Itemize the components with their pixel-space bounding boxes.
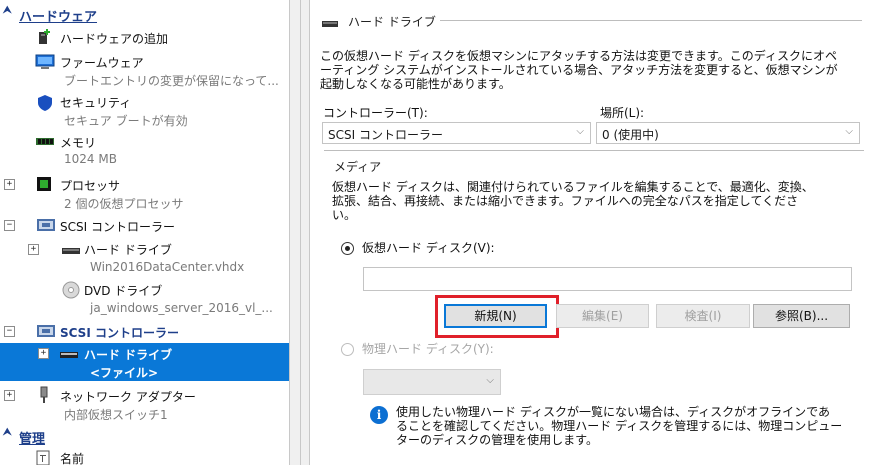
location-select[interactable]: 0 (使用中) ⌵ — [596, 122, 860, 144]
tree-item-label: ハード ドライブ — [84, 348, 173, 362]
inspect-button[interactable]: 検査(I) — [656, 304, 750, 328]
intro-text-line-3: 起動しなくなる可能性があります。 — [320, 77, 511, 91]
location-select-value: 0 (使用中) — [602, 128, 659, 142]
tree-item-scsi-controller-2[interactable]: − SCSI コントローラー — [0, 320, 289, 342]
network-adapter-icon — [36, 386, 54, 403]
tree-item-detail: <ファイル> — [90, 366, 159, 380]
tree-item-security[interactable]: セキュリティ セキュア ブートが有効 — [0, 90, 289, 128]
physical-disk-select[interactable]: ⌵ — [363, 369, 501, 395]
collapse-chevron-icon[interactable]: ⮝ — [3, 5, 17, 21]
tree-item-scsi-controller[interactable]: − SCSI コントローラー — [0, 214, 289, 236]
tree-item-network-adapter[interactable]: + ネットワーク アダプター 内部仮想スイッチ1 — [0, 384, 289, 422]
collapse-chevron-icon[interactable]: ⮝ — [3, 427, 17, 443]
vhd-radio-label: 仮想ハード ディスク(V): — [362, 241, 495, 255]
section-management[interactable]: ⮝ 管理 — [0, 426, 289, 447]
shield-icon — [36, 94, 54, 111]
vhd-radio[interactable] — [341, 242, 354, 255]
tree-item-label: ネットワーク アダプター — [60, 390, 196, 404]
highlight-box — [435, 295, 559, 338]
physical-disk-radio[interactable] — [341, 343, 354, 356]
expand-toggle[interactable]: + — [28, 244, 39, 255]
expand-toggle[interactable]: + — [38, 348, 49, 359]
edit-button[interactable]: 編集(E) — [556, 304, 649, 328]
chevron-down-icon: ⌵ — [576, 126, 584, 137]
intro-text-line-2: ーティング システムがインストールされている場合、アタッチ方法を変更すると、仮想… — [320, 63, 838, 77]
tree-item-label: SCSI コントローラー — [60, 326, 179, 340]
media-group-border-top — [324, 150, 864, 151]
media-text-line-1: 仮想ハード ディスクは、関連付けられているファイルを編集することで、最適化、変換… — [332, 180, 814, 194]
expand-toggle[interactable]: + — [4, 390, 15, 401]
tree-item-label: ファームウェア — [60, 56, 144, 70]
info-text-line-1: 使用したい物理ハード ディスクが一覧にない場合は、ディスクがオフラインであ — [396, 405, 831, 419]
name-document-icon — [36, 450, 54, 465]
dvd-disc-icon — [62, 281, 80, 299]
tree-item-hard-drive[interactable]: + ハード ドライブ Win2016DataCenter.vhdx — [0, 238, 289, 276]
info-text-line-2: ることを確認してください。物理ハード ディスクを管理するには、物理コンピュー — [396, 419, 843, 433]
tree-item-detail: ブートエントリの変更が保留になって... — [64, 74, 279, 88]
vhd-path-input[interactable] — [363, 267, 852, 291]
collapse-toggle[interactable]: − — [4, 220, 15, 231]
tree-item-firmware[interactable]: ファームウェア ブートエントリの変更が保留になって... — [0, 50, 289, 88]
tree-item-label: プロセッサ — [60, 179, 121, 193]
section-management-label: 管理 — [19, 432, 46, 447]
controller-select[interactable]: SCSI コントローラー ⌵ — [322, 122, 591, 144]
chevron-down-icon: ⌵ — [845, 126, 853, 137]
tree-item-name[interactable]: 名前 — [0, 447, 289, 465]
tree-item-detail: ja_windows_server_2016_vl_... — [90, 301, 273, 315]
tree-item-detail: 1024 MB — [64, 152, 117, 166]
controller-label: コントローラー(T): — [323, 106, 428, 120]
intro-text-line-1: この仮想ハード ディスクを仮想マシンにアタッチする方法は変更できます。このディス… — [320, 49, 837, 63]
tree-item-detail: Win2016DataCenter.vhdx — [90, 260, 245, 274]
hard-drive-icon — [60, 349, 78, 365]
tree-item-label: 名前 — [60, 452, 85, 465]
info-text-line-3: ターのディスクの管理を使用します。 — [396, 433, 598, 447]
group-separator — [440, 20, 862, 21]
tree-item-label: DVD ドライブ — [84, 284, 163, 298]
tree-item-add-hardware[interactable]: ハードウェアの追加 — [0, 26, 289, 48]
tree-item-label: ハードウェアの追加 — [60, 32, 169, 46]
section-hardware[interactable]: ⮝ ハードウェア — [0, 4, 289, 25]
info-icon: i — [370, 406, 388, 424]
settings-panel: ハード ドライブ この仮想ハード ディスクを仮想マシンにアタッチする方法は変更で… — [301, 0, 883, 465]
hard-drive-settings: ハード ドライブ この仮想ハード ディスクを仮想マシンにアタッチする方法は変更で… — [309, 0, 883, 465]
chevron-down-icon: ⌵ — [486, 375, 494, 386]
pane-splitter[interactable] — [289, 0, 301, 465]
hardware-tree: ⮝ ハードウェア ハードウェアの追加 ファームウェア ブートエントリの変更が保留… — [0, 0, 289, 465]
hard-drive-icon — [322, 18, 340, 32]
browse-button[interactable]: 参照(B)... — [753, 304, 850, 328]
tree-item-label: セキュリティ — [60, 96, 132, 110]
expand-toggle[interactable]: + — [4, 179, 15, 190]
tree-item-processor[interactable]: + プロセッサ 2 個の仮想プロセッサ — [0, 172, 289, 211]
media-group-title: メディア — [332, 158, 384, 175]
tree-item-dvd-drive[interactable]: DVD ドライブ ja_windows_server_2016_vl_... — [0, 278, 289, 316]
processor-icon — [36, 176, 54, 192]
media-text-line-2: 拡張、結合、再接続、または縮小できます。ファイルへの完全なパスを指定してくださ — [332, 194, 799, 208]
physical-disk-radio-label: 物理ハード ディスク(Y): — [362, 342, 494, 356]
group-title: ハード ドライブ — [348, 15, 436, 29]
controller-icon — [36, 217, 55, 233]
collapse-toggle[interactable]: − — [4, 326, 15, 337]
tree-item-label: SCSI コントローラー — [60, 220, 175, 234]
hard-drive-icon — [62, 245, 80, 261]
tree-item-label: メモリ — [60, 136, 97, 150]
location-label: 場所(L): — [600, 106, 645, 120]
firmware-icon — [35, 54, 55, 70]
tree-item-detail: 内部仮想スイッチ1 — [64, 408, 168, 422]
tree-item-label: ハード ドライブ — [84, 243, 172, 257]
media-text-line-3: い。 — [332, 208, 357, 222]
tree-item-hard-drive-selected[interactable]: + ハード ドライブ <ファイル> — [0, 343, 289, 381]
section-hardware-label: ハードウェア — [19, 10, 98, 25]
controller-icon — [36, 323, 55, 339]
tree-item-memory[interactable]: メモリ 1024 MB — [0, 130, 289, 168]
tree-item-detail: セキュア ブートが有効 — [64, 114, 188, 128]
add-hardware-icon — [36, 29, 54, 45]
controller-select-value: SCSI コントローラー — [328, 128, 443, 142]
memory-icon — [36, 136, 54, 152]
tree-item-detail: 2 個の仮想プロセッサ — [64, 197, 184, 211]
